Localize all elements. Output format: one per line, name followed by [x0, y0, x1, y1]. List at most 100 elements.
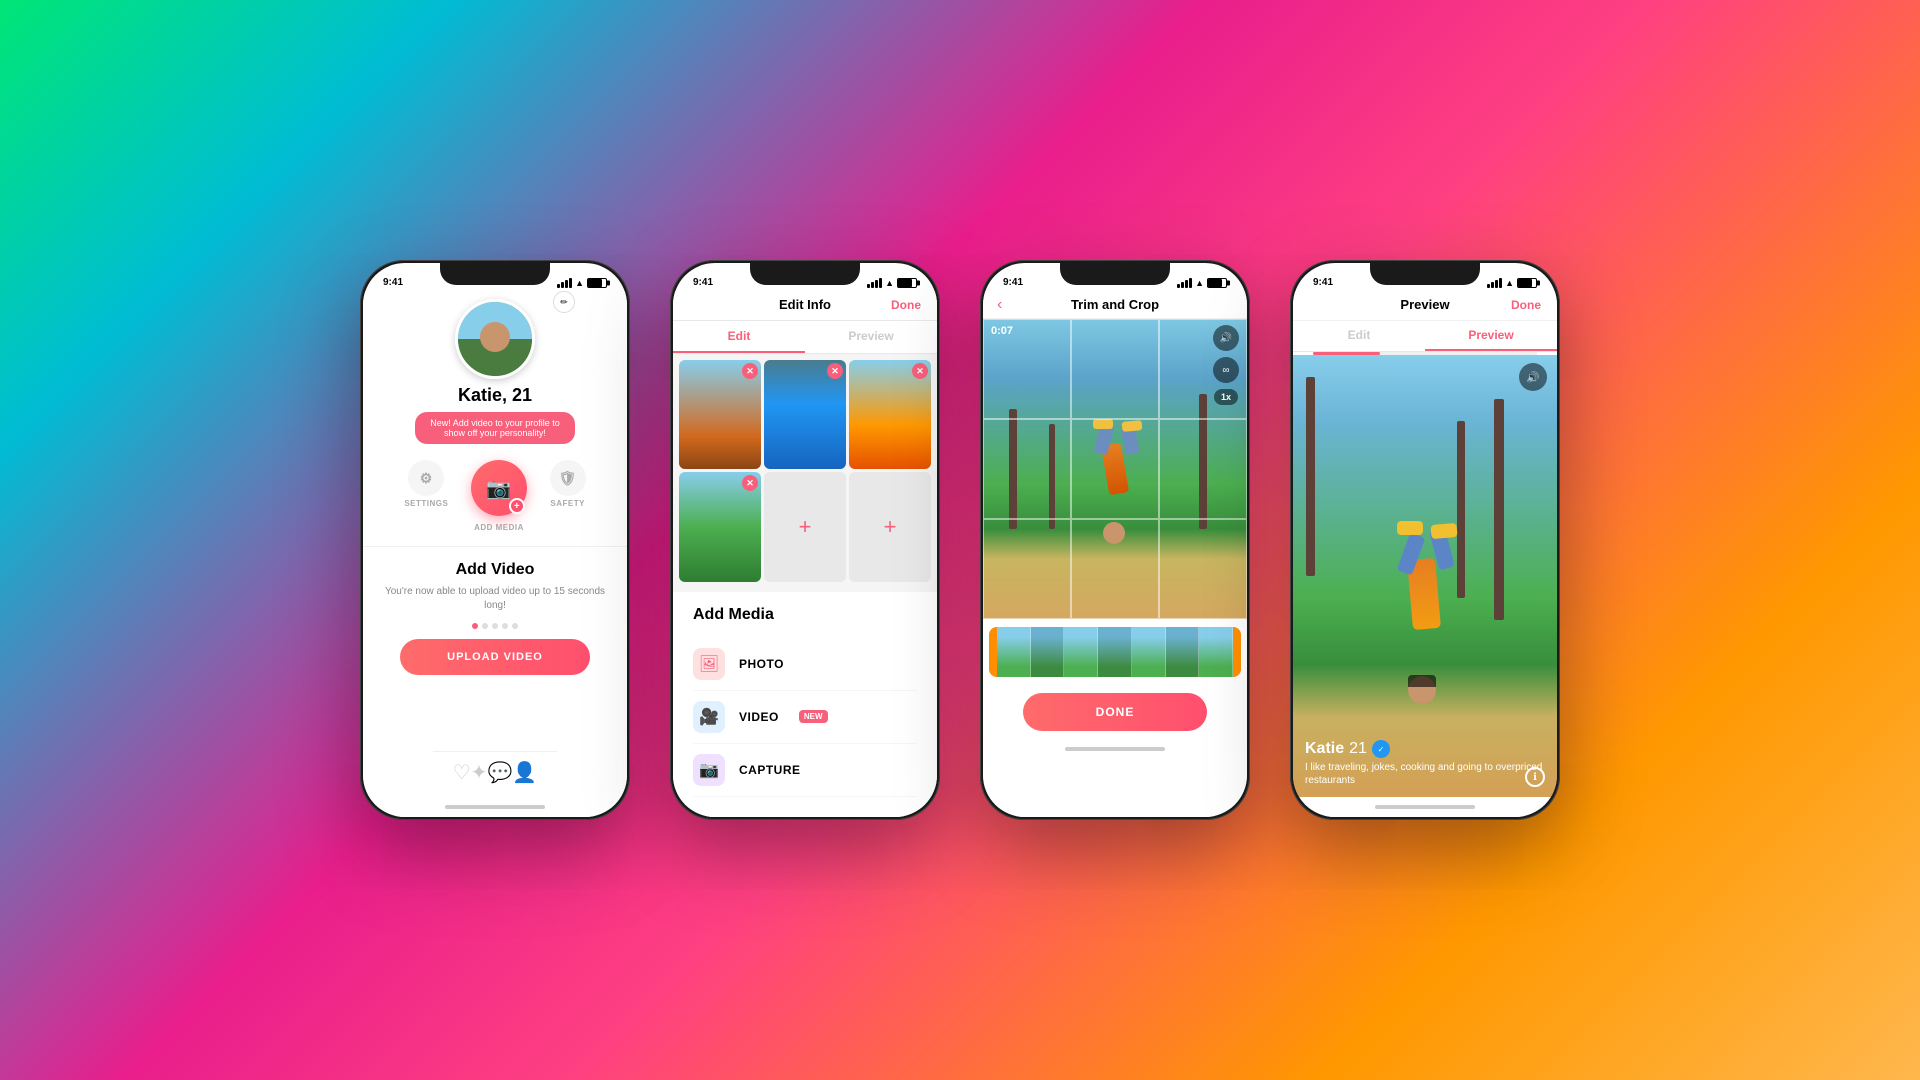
add-video-section: Add Video You're now able to upload vide…	[363, 551, 627, 751]
phone-3-trim-crop: 9:41 ▲ ‹ Trim and Crop	[980, 260, 1250, 820]
status-icons-3: ▲	[1177, 278, 1227, 288]
notch-2	[750, 263, 860, 285]
avatar-section: ✏ Katie, 21 New! Add video to your profi…	[415, 291, 575, 444]
preview-user-info: Katie 21 ✓ I like traveling, jokes, cook…	[1305, 740, 1545, 787]
phone-2-edit-info: 9:41 ▲ Edit Info Done E	[670, 260, 940, 820]
preview-tab-edit[interactable]: Edit	[1293, 321, 1425, 351]
settings-icon: ⚙	[408, 460, 444, 496]
phone4-content: Preview Done Edit Preview	[1293, 291, 1557, 817]
trim-track[interactable]	[989, 627, 1241, 677]
crop-header: ‹ Trim and Crop	[983, 291, 1247, 319]
add-video-title: Add Video	[383, 561, 607, 579]
profile-icon[interactable]: 👤	[512, 760, 537, 785]
photo-label: PHOTO	[739, 657, 784, 671]
sparkle-icon[interactable]: ✦	[471, 760, 488, 785]
plus-badge: +	[509, 498, 525, 514]
loop-btn[interactable]: ∞	[1213, 357, 1239, 383]
preview-tab-preview[interactable]: Preview	[1425, 321, 1557, 351]
wifi-icon: ▲	[575, 278, 584, 288]
tab-bar-2: Edit Preview	[673, 321, 937, 354]
time-3: 9:41	[1003, 277, 1023, 288]
photo-cell-2[interactable]: ✕	[764, 360, 846, 469]
add-video-desc: You're now able to upload video up to 15…	[383, 585, 607, 613]
tab-preview[interactable]: Preview	[805, 321, 937, 353]
trim-thumb-left[interactable]	[989, 627, 997, 677]
wifi-icon-3: ▲	[1195, 278, 1204, 288]
tab-edit[interactable]: Edit	[673, 321, 805, 353]
safety-btn[interactable]: 🛡 SAFETY	[550, 460, 586, 532]
signal-icon-4	[1487, 278, 1502, 288]
photo-delete-1[interactable]: ✕	[742, 363, 758, 379]
photo-delete-3[interactable]: ✕	[912, 363, 928, 379]
wifi-icon-2: ▲	[885, 278, 894, 288]
photo-add-2[interactable]: +	[849, 472, 931, 581]
edit-pencil-icon[interactable]: ✏	[553, 291, 575, 313]
preview-video-area: 🔊 Katie 21 ✓ I like traveling, jokes, co…	[1293, 355, 1557, 797]
back-button[interactable]: ‹	[997, 296, 1002, 314]
trim-frame-7	[1199, 627, 1233, 677]
preview-header: Preview Done	[1293, 291, 1557, 321]
media-option-photo[interactable]: 🖼 PHOTO	[693, 638, 917, 691]
pagination-dots	[383, 623, 607, 629]
new-badge: NEW	[799, 710, 828, 723]
photo-cell-4[interactable]: ✕	[679, 472, 761, 581]
photo-cell-3[interactable]: ✕	[849, 360, 931, 469]
action-buttons: ⚙ SETTINGS 📷 + ADD MEDIA 🛡 SAFETY	[363, 450, 627, 542]
wifi-icon-4: ▲	[1505, 278, 1514, 288]
edit-info-header: Edit Info Done	[673, 291, 937, 321]
notch-4	[1370, 263, 1480, 285]
safety-icon: 🛡	[550, 460, 586, 496]
media-option-capture[interactable]: 📷 CAPTURE	[693, 744, 917, 797]
home-indicator-1	[445, 797, 545, 817]
preview-done-button[interactable]: Done	[1511, 298, 1541, 312]
photo-delete-2[interactable]: ✕	[827, 363, 843, 379]
volume-btn[interactable]: 🔊	[1213, 325, 1239, 351]
verified-badge: ✓	[1372, 740, 1390, 758]
divider	[363, 546, 627, 547]
dot-2	[482, 623, 488, 629]
notch-3	[1060, 263, 1170, 285]
preview-user-name: Katie	[1305, 740, 1344, 758]
done-button-2[interactable]: Done	[891, 298, 921, 312]
add-media-btn[interactable]: 📷 + ADD MEDIA	[471, 460, 527, 532]
upload-video-button[interactable]: UPLOAD VIDEO	[400, 639, 590, 675]
chat-icon[interactable]: 💬	[487, 760, 512, 785]
edit-info-title: Edit Info	[779, 297, 831, 312]
info-icon[interactable]: ℹ	[1525, 767, 1545, 787]
trim-frame-1	[997, 627, 1031, 677]
trim-frame-4	[1098, 627, 1132, 677]
battery-icon	[587, 278, 607, 288]
dot-5	[512, 623, 518, 629]
trim-bar[interactable]	[983, 619, 1247, 685]
phone1-content: ✏ Katie, 21 New! Add video to your profi…	[363, 291, 627, 817]
settings-btn[interactable]: ⚙ SETTINGS	[404, 460, 448, 532]
status-icons-2: ▲	[867, 278, 917, 288]
speed-btn[interactable]: 1x	[1214, 389, 1238, 405]
media-option-video[interactable]: 🎥 VIDEO NEW	[693, 691, 917, 744]
dot-4	[502, 623, 508, 629]
dot-3	[492, 623, 498, 629]
status-icons-4: ▲	[1487, 278, 1537, 288]
battery-icon-4	[1517, 278, 1537, 288]
signal-icon	[557, 278, 572, 288]
photo-grid: ✕ ✕ ✕ ✕ + +	[673, 354, 937, 588]
home-indicator-3	[983, 739, 1247, 759]
battery-icon-2	[897, 278, 917, 288]
done-button-3[interactable]: DONE	[1023, 693, 1207, 731]
video-controls-right: 🔊 ∞ 1x	[1213, 325, 1239, 405]
avatar	[455, 299, 535, 379]
trim-thumb-right[interactable]	[1233, 627, 1241, 677]
preview-volume-btn[interactable]: 🔊	[1519, 363, 1547, 391]
photo-add-1[interactable]: +	[764, 472, 846, 581]
video-time-display: 0:07	[991, 325, 1013, 337]
video-container: 0:07 🔊 ∞ 1x	[983, 319, 1247, 619]
heart-icon[interactable]: ♡	[453, 760, 471, 785]
phone3-content: ‹ Trim and Crop	[983, 291, 1247, 817]
status-icons-1: ▲	[557, 278, 607, 288]
signal-icon-3	[1177, 278, 1192, 288]
trim-frame-6	[1166, 627, 1200, 677]
home-indicator-4	[1293, 797, 1557, 817]
trim-frame-2	[1031, 627, 1065, 677]
add-media-sheet-title: Add Media	[693, 606, 917, 624]
photo-cell-1[interactable]: ✕	[679, 360, 761, 469]
